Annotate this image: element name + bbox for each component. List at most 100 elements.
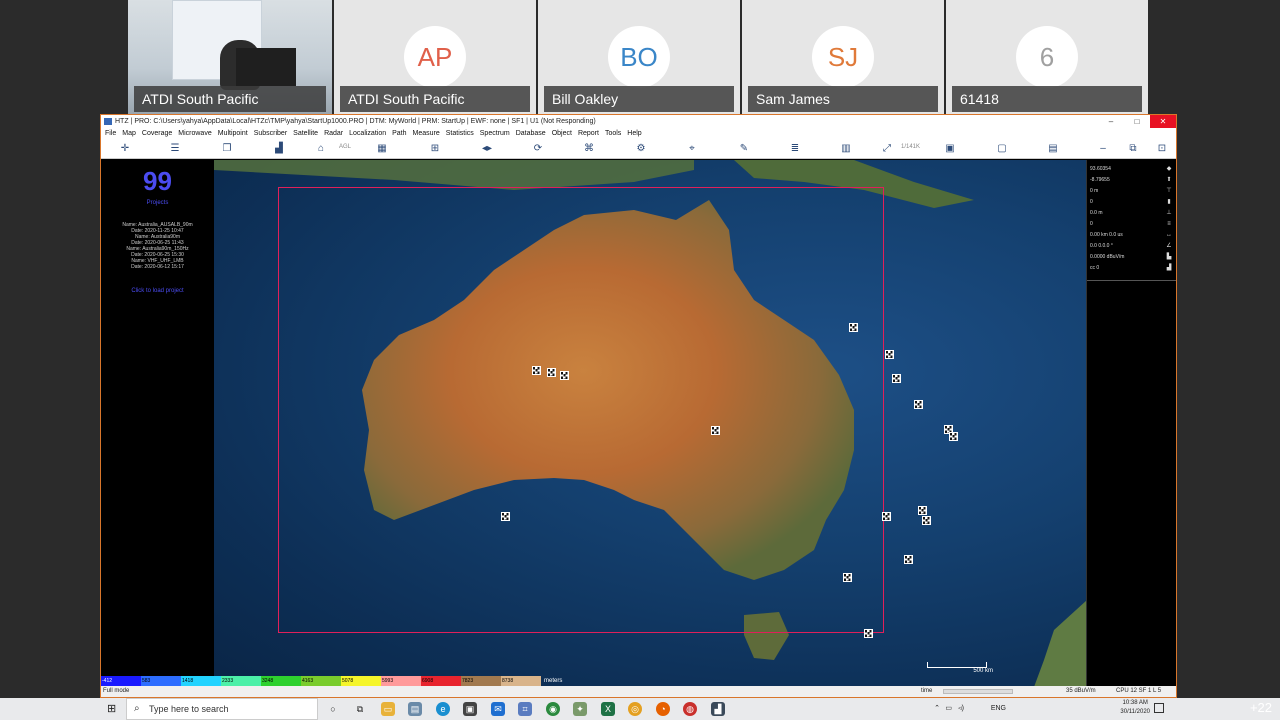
edge-icon[interactable]: e: [436, 702, 450, 716]
mail-icon[interactable]: ✉: [491, 702, 505, 716]
signal-bars-icon[interactable]: ▟: [1165, 263, 1173, 274]
distance-icon[interactable]: ↔: [1165, 230, 1173, 241]
menu-subscriber[interactable]: Subscriber: [254, 128, 287, 139]
fit-icon[interactable]: ⊡: [1156, 143, 1168, 155]
copy-icon[interactable]: ❐: [221, 143, 233, 155]
menu-tools[interactable]: Tools: [605, 128, 621, 139]
taskbar-clock[interactable]: 10:38 AM 30/11/2020: [1120, 699, 1150, 717]
app-icon-notes[interactable]: ▤: [408, 702, 422, 716]
load-project-link[interactable]: Click to load project: [101, 288, 214, 294]
table-grid-icon[interactable]: ⊞: [429, 143, 441, 155]
transmitter-site[interactable]: [532, 366, 541, 375]
rotate-icon[interactable]: ⟳: [532, 143, 544, 155]
menu-satellite[interactable]: Satellite: [293, 128, 318, 139]
participant-tile-6[interactable]: 6 61418: [946, 0, 1148, 114]
crosshair-icon[interactable]: ✛: [119, 143, 131, 155]
angle-icon[interactable]: ∠: [1165, 241, 1173, 252]
tray-volume-icon[interactable]: ◃): [958, 698, 964, 720]
menu-report[interactable]: Report: [578, 128, 599, 139]
menu-coverage[interactable]: Coverage: [142, 128, 172, 139]
app-icon-tools[interactable]: ✦: [573, 702, 587, 716]
nodes-icon[interactable]: ⌘: [583, 143, 595, 155]
participant-tile-bo[interactable]: BO Bill Oakley: [538, 0, 740, 114]
expand-icon[interactable]: ⤢: [881, 143, 893, 155]
gear-icon[interactable]: ⚙: [635, 143, 647, 155]
htz-app-taskbar-icon[interactable]: ▟: [711, 702, 725, 716]
file-explorer-icon[interactable]: ▭: [381, 702, 395, 716]
tray-network-icon[interactable]: ▭: [945, 698, 952, 720]
transmitter-site[interactable]: [922, 516, 931, 525]
app-icon-green[interactable]: ◉: [546, 702, 560, 716]
menu-statistics[interactable]: Statistics: [446, 128, 474, 139]
menu-path[interactable]: Path: [392, 128, 406, 139]
layers-icon[interactable]: ☰: [169, 143, 181, 155]
list-icon[interactable]: ≣: [789, 143, 801, 155]
menu-object[interactable]: Object: [552, 128, 572, 139]
window-titlebar[interactable]: HTZ | PRO: C:\Users\yahya\AppData\Local\…: [101, 115, 1176, 128]
windows-start-icon[interactable]: ⊞: [107, 703, 119, 715]
transmitter-site[interactable]: [843, 573, 852, 582]
coverage-bounding-box[interactable]: [278, 187, 884, 633]
chrome-icon[interactable]: ◎: [628, 702, 642, 716]
menu-multipoint[interactable]: Multipoint: [218, 128, 248, 139]
restore-icon[interactable]: ⧉: [1127, 143, 1139, 155]
diamond-icon[interactable]: ◆: [1165, 164, 1173, 175]
participant-tile-ap[interactable]: AP ATDI South Pacific: [334, 0, 536, 114]
target-icon[interactable]: ⌖: [686, 143, 698, 155]
participant-tile-video[interactable]: ATDI South Pacific: [128, 0, 332, 114]
grid-icon[interactable]: ▦: [376, 143, 388, 155]
signal-icon[interactable]: ▙: [1165, 252, 1173, 263]
network-app-icon[interactable]: ⌗: [518, 702, 532, 716]
edit-icon[interactable]: ✎: [738, 143, 750, 155]
antenna-icon[interactable]: ⌂: [315, 143, 327, 155]
chart-icon[interactable]: ▟: [273, 143, 285, 155]
menu-radar[interactable]: Radar: [324, 128, 343, 139]
menu-localization[interactable]: Localization: [349, 128, 386, 139]
level-icon[interactable]: ≡: [1165, 219, 1173, 230]
participant-tile-sj[interactable]: SJ Sam James: [742, 0, 944, 114]
split-icon[interactable]: ◂▸: [481, 143, 493, 155]
transmitter-site[interactable]: [949, 432, 958, 441]
transmitter-site[interactable]: [892, 374, 901, 383]
taskbar-search[interactable]: ⌕ Type here to search: [126, 698, 318, 720]
minus-icon[interactable]: –: [1097, 143, 1109, 155]
minimize-button[interactable]: –: [1098, 115, 1124, 128]
menu-file[interactable]: File: [105, 128, 116, 139]
transmitter-site[interactable]: [882, 512, 891, 521]
pdf-app-icon[interactable]: ◍: [683, 702, 697, 716]
maximize-button[interactable]: □: [1124, 115, 1150, 128]
menu-measure[interactable]: Measure: [413, 128, 440, 139]
transmitter-site[interactable]: [864, 629, 873, 638]
task-view-icon[interactable]: ⧉: [353, 702, 367, 716]
tray-language[interactable]: ENG: [991, 698, 1006, 720]
store-icon[interactable]: ▣: [463, 702, 477, 716]
transmitter-site[interactable]: [885, 350, 894, 359]
notification-icon[interactable]: [1154, 703, 1164, 713]
transmitter-site[interactable]: [560, 371, 569, 380]
transmitter-site[interactable]: [547, 368, 556, 377]
north-icon[interactable]: ⬆: [1165, 175, 1173, 186]
transmitter-site[interactable]: [501, 512, 510, 521]
map-view[interactable]: 500 km: [214, 160, 1087, 687]
close-button[interactable]: ✕: [1150, 115, 1176, 128]
menu-microwave[interactable]: Microwave: [178, 128, 211, 139]
height-icon[interactable]: ⊤: [1165, 186, 1173, 197]
menu-help[interactable]: Help: [627, 128, 641, 139]
transmitter-site[interactable]: [849, 323, 858, 332]
tray-chevron-icon[interactable]: ⌃: [934, 698, 940, 720]
transmitter-site[interactable]: [711, 426, 720, 435]
more-participants-count[interactable]: +22: [1250, 700, 1272, 715]
book-icon[interactable]: ▤: [1047, 143, 1059, 155]
frame-icon[interactable]: ▢: [996, 143, 1008, 155]
firefox-icon[interactable]: ◔: [656, 702, 670, 716]
menu-database[interactable]: Database: [516, 128, 546, 139]
excel-icon[interactable]: X: [601, 702, 615, 716]
menu-map[interactable]: Map: [122, 128, 136, 139]
transmitter-site[interactable]: [918, 506, 927, 515]
transmitter-site[interactable]: [904, 555, 913, 564]
transmitter-site[interactable]: [914, 400, 923, 409]
bars-icon[interactable]: ▥: [840, 143, 852, 155]
menu-spectrum[interactable]: Spectrum: [480, 128, 510, 139]
bars-icon[interactable]: ▮: [1165, 197, 1173, 208]
windows-icon[interactable]: ▣: [944, 143, 956, 155]
